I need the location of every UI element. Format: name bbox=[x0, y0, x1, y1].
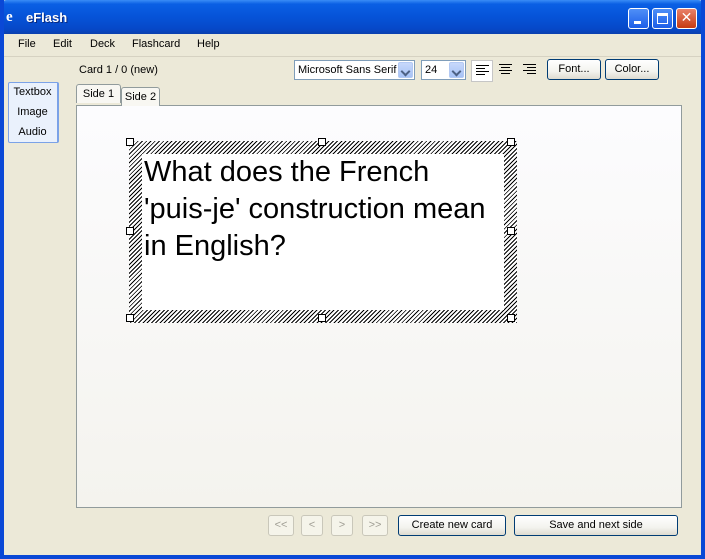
tab-side-2[interactable]: Side 2 bbox=[121, 87, 160, 106]
menu-help[interactable]: Help bbox=[197, 38, 220, 50]
font-button[interactable]: Font... bbox=[547, 59, 601, 80]
create-new-card-button[interactable]: Create new card bbox=[398, 515, 506, 536]
minimize-icon bbox=[634, 21, 641, 24]
menu-flashcard[interactable]: Flashcard bbox=[132, 38, 180, 50]
card-textbox[interactable]: What does the French 'puis-je' construct… bbox=[142, 154, 504, 310]
menu-deck[interactable]: Deck bbox=[90, 38, 115, 50]
font-size-value: 24 bbox=[425, 64, 438, 76]
resize-handle[interactable] bbox=[318, 314, 326, 322]
tool-audio[interactable]: Audio bbox=[9, 126, 56, 138]
first-card-button[interactable]: << bbox=[268, 515, 294, 536]
tool-textbox[interactable]: Textbox bbox=[9, 86, 56, 98]
minimize-button[interactable] bbox=[628, 8, 649, 29]
window-title: eFlash bbox=[26, 10, 68, 25]
title-bar[interactable]: e eFlash ✕ bbox=[4, 0, 701, 34]
align-left-icon bbox=[476, 65, 489, 78]
save-next-side-button[interactable]: Save and next side bbox=[514, 515, 678, 536]
maximize-icon bbox=[657, 13, 668, 24]
tool-image[interactable]: Image bbox=[9, 106, 56, 118]
chevron-down-icon[interactable] bbox=[398, 62, 413, 78]
color-button[interactable]: Color... bbox=[605, 59, 659, 80]
menu-edit[interactable]: Edit bbox=[53, 38, 72, 50]
font-name-value: Microsoft Sans Serif bbox=[298, 64, 397, 76]
textbox-content[interactable]: What does the French 'puis-je' construct… bbox=[144, 154, 500, 265]
chevron-down-icon[interactable] bbox=[449, 62, 464, 78]
resize-handle[interactable] bbox=[507, 227, 515, 235]
align-right-icon bbox=[523, 64, 536, 77]
tool-palette: Textbox Image Audio bbox=[8, 82, 59, 143]
resize-handle[interactable] bbox=[507, 138, 515, 146]
app-icon: e bbox=[6, 9, 13, 25]
font-size-select[interactable]: 24 bbox=[421, 60, 466, 80]
close-button[interactable]: ✕ bbox=[676, 8, 697, 29]
align-center-button[interactable] bbox=[495, 60, 517, 82]
prev-card-button[interactable]: < bbox=[301, 515, 323, 536]
next-card-button[interactable]: > bbox=[331, 515, 353, 536]
menu-bar: File Edit Deck Flashcard Help bbox=[4, 34, 701, 57]
close-icon: ✕ bbox=[680, 10, 693, 26]
font-name-select[interactable]: Microsoft Sans Serif bbox=[294, 60, 415, 80]
align-left-button[interactable] bbox=[471, 60, 493, 82]
align-right-button[interactable] bbox=[519, 60, 541, 82]
app-window: e eFlash ✕ File Edit Deck Flashcard Help… bbox=[0, 0, 705, 559]
resize-handle[interactable] bbox=[507, 314, 515, 322]
resize-handle[interactable] bbox=[318, 138, 326, 146]
maximize-button[interactable] bbox=[652, 8, 673, 29]
resize-handle[interactable] bbox=[126, 314, 134, 322]
resize-handle[interactable] bbox=[126, 138, 134, 146]
resize-handle[interactable] bbox=[126, 227, 134, 235]
tab-side-1[interactable]: Side 1 bbox=[76, 84, 121, 103]
align-center-icon bbox=[499, 64, 512, 77]
menu-file[interactable]: File bbox=[18, 38, 36, 50]
last-card-button[interactable]: >> bbox=[362, 515, 388, 536]
card-status: Card 1 / 0 (new) bbox=[79, 64, 158, 76]
